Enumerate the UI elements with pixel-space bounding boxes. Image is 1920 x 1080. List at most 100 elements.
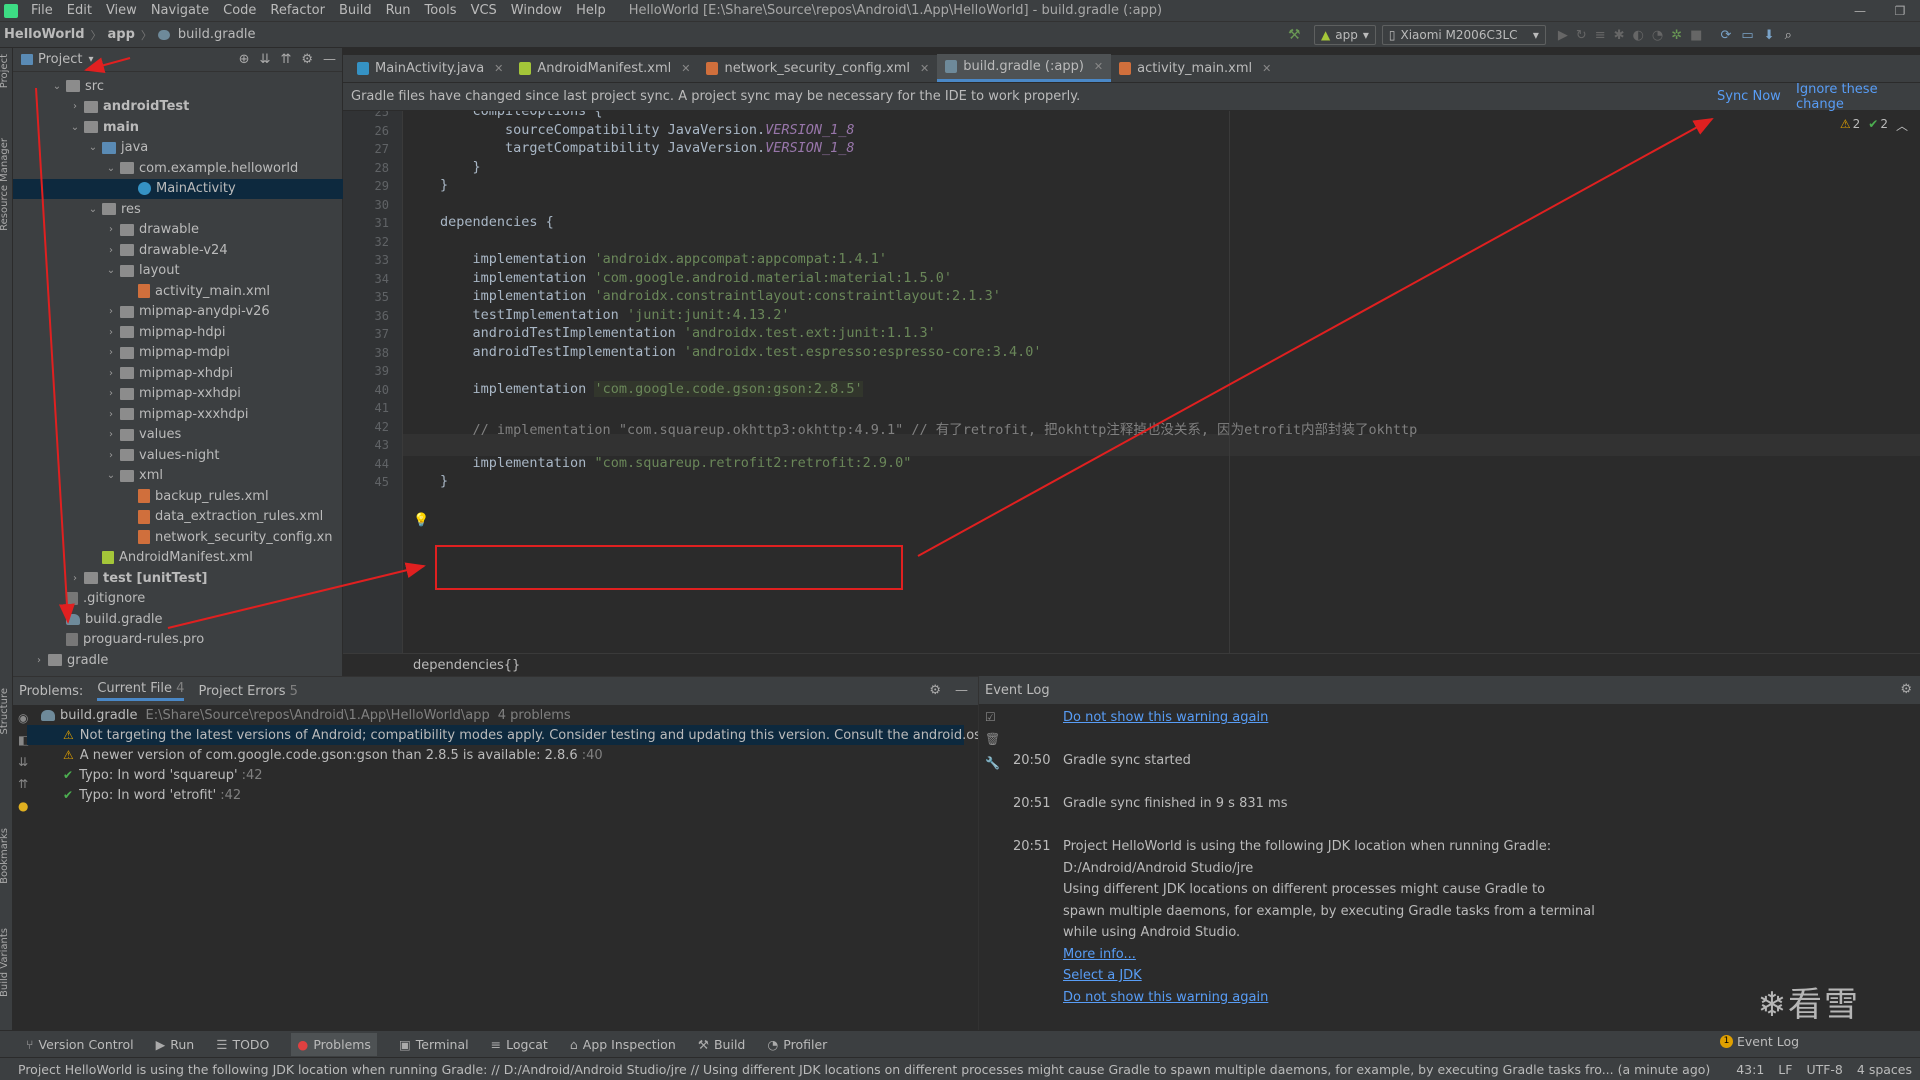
problem-item[interactable]: ⚠ A newer version of com.google.code.gson… bbox=[27, 745, 964, 765]
tree-item[interactable]: › drawable-v24 bbox=[13, 240, 343, 260]
structure-tool-button[interactable]: Structure bbox=[0, 688, 10, 735]
tree-item[interactable]: › mipmap-xxhdpi bbox=[13, 384, 343, 404]
close-icon[interactable]: ✕ bbox=[681, 62, 690, 75]
tree-item[interactable]: MainActivity bbox=[13, 178, 343, 199]
menu-code[interactable]: Code bbox=[216, 3, 263, 18]
build-variants-tool-button[interactable]: Build Variants bbox=[0, 928, 10, 997]
run-icon[interactable]: ▶ bbox=[1558, 28, 1568, 43]
tree-item[interactable]: › values bbox=[13, 425, 343, 445]
tab-network_security_config[interactable]: network_security_config.xml ✕ bbox=[698, 54, 937, 82]
menu-tools[interactable]: Tools bbox=[418, 3, 464, 18]
tool-problems[interactable]: ● Problems bbox=[291, 1032, 377, 1056]
editor-breadcrumb-item[interactable]: dependencies{} bbox=[413, 658, 520, 673]
expand-all-icon[interactable]: ⇊ bbox=[260, 52, 271, 67]
indent-setting[interactable]: 4 spaces bbox=[1856, 1062, 1912, 1077]
chevron-right-icon[interactable]: › bbox=[105, 409, 117, 420]
rerun-icon[interactable]: ↻ bbox=[1576, 28, 1587, 43]
tab-activity_main[interactable]: activity_main.xml ✕ bbox=[1111, 54, 1279, 82]
hammer-icon[interactable]: ⚒ bbox=[1288, 27, 1304, 43]
tree-item[interactable]: activity_main.xml bbox=[13, 281, 343, 301]
chevron-right-icon[interactable]: › bbox=[105, 306, 117, 317]
eye-icon[interactable]: ◉ bbox=[18, 711, 28, 725]
event-log-button[interactable]: 1 Event Log bbox=[1720, 1034, 1800, 1049]
line-separator[interactable]: LF bbox=[1778, 1062, 1793, 1077]
chevron-down-icon[interactable]: ⌄ bbox=[105, 265, 117, 276]
menu-help[interactable]: Help bbox=[569, 3, 613, 18]
event-link-text[interactable]: Select a JDK bbox=[1063, 968, 1142, 983]
tree-item[interactable]: build.gradle bbox=[13, 609, 343, 629]
wrench-icon[interactable]: 🔧 bbox=[985, 756, 1000, 770]
gear-icon[interactable]: ⚙ bbox=[301, 52, 313, 67]
problems-file-row[interactable]: build.gradle E:\Share\Source\repos\Andro… bbox=[41, 705, 978, 725]
menu-window[interactable]: Window bbox=[504, 3, 569, 18]
device-select[interactable]: ▯ Xiaomi M2006C3LC ▾ bbox=[1381, 25, 1546, 45]
menu-file[interactable]: File bbox=[24, 3, 60, 18]
chevron-down-icon[interactable]: ⌄ bbox=[69, 122, 81, 133]
search-icon[interactable]: ⌕ bbox=[1785, 28, 1792, 43]
tab-mainactivity[interactable]: MainActivity.java ✕ bbox=[349, 54, 511, 82]
chevron-down-icon[interactable]: ⌄ bbox=[87, 142, 99, 153]
tree-item[interactable]: › mipmap-xhdpi bbox=[13, 363, 343, 383]
tree-item[interactable]: ⌄ com.example.helloworld bbox=[13, 158, 343, 178]
cursor-position[interactable]: 43:1 bbox=[1736, 1062, 1765, 1077]
tab-project-errors[interactable]: Project Errors 5 bbox=[198, 684, 298, 699]
tree-item[interactable]: › values-night bbox=[13, 445, 343, 465]
debug-icon[interactable]: ✱ bbox=[1614, 28, 1625, 43]
tab-androidmanifest[interactable]: AndroidManifest.xml ✕ bbox=[511, 54, 698, 82]
event-link[interactable]: Select a JDK bbox=[1063, 968, 1142, 983]
chevron-right-icon[interactable]: › bbox=[69, 101, 81, 112]
chevron-up-icon[interactable]: ︿ bbox=[1896, 117, 1908, 134]
ignore-changes-link[interactable]: Ignore these change bbox=[1796, 82, 1920, 112]
project-tool-button[interactable]: Project bbox=[0, 54, 10, 88]
tree-item[interactable]: ⌄ layout bbox=[13, 261, 343, 281]
chevron-right-icon[interactable]: › bbox=[105, 327, 117, 338]
tree-item[interactable]: ⌄ res bbox=[13, 199, 343, 219]
tree-item[interactable]: network_security_config.xn bbox=[13, 527, 343, 547]
breadcrumb-module[interactable]: app bbox=[104, 27, 139, 42]
tree-item[interactable]: ⌄ java bbox=[13, 138, 343, 158]
tree-item[interactable]: ⌄ xml bbox=[13, 466, 343, 486]
hide-icon[interactable]: — bbox=[323, 52, 336, 67]
chevron-right-icon[interactable]: › bbox=[105, 450, 117, 461]
event-link[interactable]: More info... bbox=[1063, 947, 1136, 962]
hide-icon[interactable]: — bbox=[955, 683, 968, 698]
sync-gradle-icon[interactable]: ⟳ bbox=[1720, 28, 1731, 43]
lightbulb-icon[interactable]: 💡 bbox=[413, 513, 429, 528]
event-link[interactable]: Do not show this warning again bbox=[1063, 990, 1268, 1005]
gear-icon[interactable]: ⚙ bbox=[1900, 682, 1912, 697]
tree-item[interactable]: AndroidManifest.xml bbox=[13, 548, 343, 568]
chevron-right-icon[interactable]: › bbox=[105, 368, 117, 379]
stop-icon[interactable]: ■ bbox=[1690, 28, 1702, 43]
apply-changes-icon[interactable]: ≡ bbox=[1595, 28, 1606, 43]
chevron-right-icon[interactable]: › bbox=[105, 388, 117, 399]
problem-item[interactable]: ⚠ Not targeting the latest versions of An… bbox=[27, 725, 1070, 745]
attach-debugger-icon[interactable]: ✲ bbox=[1671, 28, 1682, 43]
menu-navigate[interactable]: Navigate bbox=[144, 3, 216, 18]
chevron-down-icon[interactable]: ▾ bbox=[88, 54, 93, 65]
event-link-text[interactable]: Do not show this warning again bbox=[1063, 710, 1268, 725]
chevron-down-icon[interactable]: ⌄ bbox=[87, 204, 99, 215]
menu-edit[interactable]: Edit bbox=[60, 3, 99, 18]
menu-run[interactable]: Run bbox=[379, 3, 418, 18]
tool-version-control[interactable]: ⑂ Version Control bbox=[26, 1037, 134, 1052]
tool-run[interactable]: ▶ Run bbox=[156, 1037, 195, 1052]
close-icon[interactable]: ✕ bbox=[1094, 60, 1103, 73]
tree-item[interactable]: backup_rules.xml bbox=[13, 486, 343, 506]
tree-item[interactable]: ⌄ src bbox=[13, 76, 343, 96]
gear-icon[interactable]: ⚙ bbox=[929, 683, 941, 698]
tool-build[interactable]: ⚒ Build bbox=[698, 1037, 746, 1052]
close-icon[interactable]: ✕ bbox=[494, 62, 503, 75]
menu-build[interactable]: Build bbox=[332, 3, 379, 18]
project-view-select[interactable]: Project bbox=[38, 52, 82, 67]
mark-read-icon[interactable]: ☑ bbox=[985, 710, 996, 724]
tool-terminal[interactable]: ▣ Terminal bbox=[399, 1037, 469, 1052]
tree-item[interactable]: data_extraction_rules.xml bbox=[13, 507, 343, 527]
chevron-right-icon[interactable]: › bbox=[105, 347, 117, 358]
status-message[interactable]: Project HelloWorld is using the followin… bbox=[18, 1062, 1710, 1077]
tree-item[interactable]: › mipmap-hdpi bbox=[13, 322, 343, 342]
restore-icon[interactable]: ❐ bbox=[1880, 4, 1920, 18]
event-link[interactable]: Do not show this warning again bbox=[1063, 710, 1268, 725]
tree-item[interactable]: .gitignore bbox=[13, 589, 343, 609]
tree-item[interactable]: › androidTest bbox=[13, 97, 343, 117]
trash-icon[interactable]: 🗑 bbox=[985, 732, 1000, 746]
